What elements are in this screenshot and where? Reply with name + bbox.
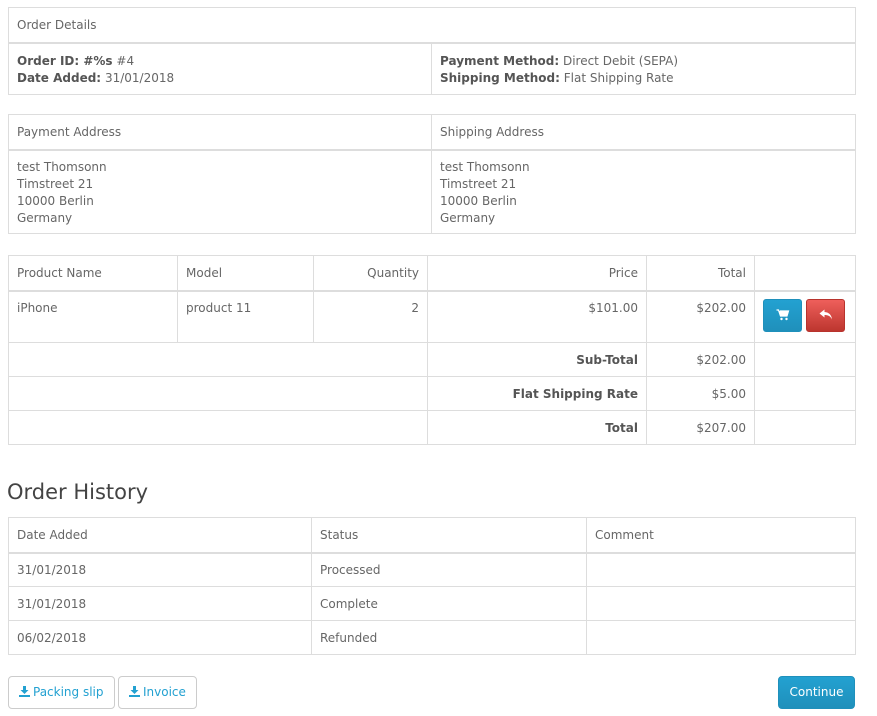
total-label: Total — [427, 410, 647, 445]
reply-icon — [819, 309, 832, 320]
shipping-method-value: Flat Shipping Rate — [563, 70, 674, 85]
order-history-table: Date Added Status Comment 31/01/2018 Pro… — [8, 517, 856, 655]
product-total: $202.00 — [646, 290, 755, 343]
continue-button[interactable]: Continue — [778, 676, 855, 709]
reorder-button[interactable] — [763, 298, 802, 332]
shipping-address-line: Germany — [440, 210, 496, 225]
method-info-cell: Payment Method: Direct Debit (SEPA) Ship… — [431, 42, 856, 95]
order-id-value: #4 — [116, 53, 135, 68]
product-name: iPhone — [8, 290, 178, 343]
col-date-added: Date Added — [8, 517, 312, 554]
col-price: Price — [427, 255, 647, 292]
subtotal-value: $202.00 — [646, 342, 755, 377]
history-comment — [586, 586, 856, 621]
col-quantity: Quantity — [313, 255, 428, 292]
order-info-cell: Order ID: #%s #4 Date Added: 31/01/2018 — [8, 42, 432, 95]
date-added-value: 31/01/2018 — [104, 70, 175, 85]
subtotal-label: Sub-Total — [427, 342, 647, 377]
order-id-label: Order ID: #%s — [17, 53, 113, 68]
payment-address-title: Payment Address — [8, 114, 432, 151]
payment-address-line: test Thomsonn — [17, 159, 107, 174]
shipping-address-line: 10000 Berlin — [440, 193, 517, 208]
shipping-method-label: Shipping Method: — [440, 70, 560, 85]
payment-address-line: Timstreet 21 — [17, 176, 94, 191]
table-row: 31/01/2018 Complete — [8, 586, 856, 621]
shipping-rate-value: $5.00 — [646, 376, 755, 411]
product-actions — [754, 290, 856, 343]
product-price: $101.00 — [427, 290, 647, 343]
invoice-label: Invoice — [143, 685, 186, 699]
shipping-rate-label: Flat Shipping Rate — [427, 376, 647, 411]
col-status: Status — [311, 517, 587, 554]
history-status: Complete — [311, 586, 587, 621]
table-row: iPhone product 11 2 $101.00 $202.00 — [8, 290, 856, 343]
packing-slip-button[interactable]: Packing slip — [8, 676, 115, 709]
order-details-title: Order Details — [8, 7, 856, 44]
totals-row: Total $207.00 — [8, 410, 856, 445]
product-model: product 11 — [177, 290, 314, 343]
product-quantity: 2 — [313, 290, 428, 343]
history-comment — [586, 620, 856, 655]
table-row: 06/02/2018 Refunded — [8, 620, 856, 655]
shipping-address-line: test Thomsonn — [440, 159, 530, 174]
order-details-table: Order Details Order ID: #%s #4 Date Adde… — [8, 7, 856, 95]
order-history-title: Order History — [7, 480, 149, 504]
products-table: Product Name Model Quantity Price Total … — [8, 255, 856, 445]
history-comment — [586, 552, 856, 587]
col-total: Total — [646, 255, 755, 292]
col-product-name: Product Name — [8, 255, 178, 292]
history-date: 06/02/2018 — [8, 620, 312, 655]
shopping-cart-icon — [776, 309, 789, 321]
col-comment: Comment — [586, 517, 856, 554]
download-icon — [129, 686, 140, 697]
packing-slip-label: Packing slip — [33, 685, 104, 699]
col-model: Model — [177, 255, 314, 292]
history-date: 31/01/2018 — [8, 586, 312, 621]
totals-row: Flat Shipping Rate $5.00 — [8, 376, 856, 411]
payment-address-line: Germany — [17, 210, 73, 225]
history-status: Processed — [311, 552, 587, 587]
invoice-button[interactable]: Invoice — [118, 676, 197, 709]
shipping-address-title: Shipping Address — [431, 114, 856, 151]
payment-address-line: 10000 Berlin — [17, 193, 94, 208]
payment-address: test Thomsonn Timstreet 21 10000 Berlin … — [8, 149, 432, 234]
history-date: 31/01/2018 — [8, 552, 312, 587]
return-button[interactable] — [806, 298, 845, 332]
total-value: $207.00 — [646, 410, 755, 445]
history-status: Refunded — [311, 620, 587, 655]
shipping-address-line: Timstreet 21 — [440, 176, 517, 191]
date-added-label: Date Added: — [17, 70, 102, 85]
address-table: Payment Address Shipping Address test Th… — [8, 114, 856, 234]
totals-row: Sub-Total $202.00 — [8, 342, 856, 377]
download-icon — [19, 686, 30, 697]
table-row: 31/01/2018 Processed — [8, 552, 856, 587]
payment-method-value: Direct Debit (SEPA) — [562, 53, 679, 68]
payment-method-label: Payment Method: — [440, 53, 560, 68]
col-actions — [754, 255, 856, 292]
shipping-address: test Thomsonn Timstreet 21 10000 Berlin … — [431, 149, 856, 234]
